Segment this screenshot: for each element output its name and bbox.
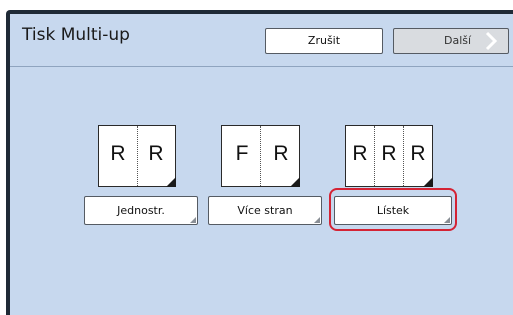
page-divider [260,126,261,186]
next-button[interactable]: Další [393,28,509,54]
cancel-button-label: Zrušit [307,34,341,47]
chevron-right-icon [485,31,498,51]
layout-preview-vice-stran: F R [221,125,300,187]
preview-letter: R [381,142,397,165]
button-corner-mark [444,217,450,223]
page-divider [403,126,404,186]
preview-letter: R [148,142,164,165]
mode-button-label: Více stran [237,204,293,217]
preview-letter: R [273,142,289,165]
mode-button-vice-stran[interactable]: Více stran [208,196,322,225]
mode-button-label: Lístek [376,204,410,217]
preview-letter: R [110,142,126,165]
mode-button-listek[interactable]: Lístek [334,196,452,225]
screen-frame: Tisk Multi-up Zrušit Další R R F R R R R… [6,10,513,315]
page-title: Tisk Multi-up [22,25,130,45]
page-fold-icon [166,177,176,187]
cancel-button[interactable]: Zrušit [265,28,383,54]
button-corner-mark [314,217,320,223]
mode-button-jednostr[interactable]: Jednostr. [84,196,198,225]
page-divider [137,126,138,186]
multi-up-panel: Tisk Multi-up Zrušit Další R R F R R R R… [10,14,513,315]
layout-preview-jednostr: R R [98,125,176,187]
preview-letter: F [235,142,249,165]
page-fold-icon [290,177,300,187]
header-bar: Tisk Multi-up Zrušit Další [10,14,513,67]
page-divider [374,126,375,186]
page-fold-icon [423,177,433,187]
layout-preview-listek: R R R [345,125,433,187]
next-button-label: Další [444,34,472,47]
preview-letter: R [410,142,426,165]
mode-button-label: Jednostr. [117,204,165,217]
button-corner-mark [190,217,196,223]
preview-letter: R [352,142,368,165]
